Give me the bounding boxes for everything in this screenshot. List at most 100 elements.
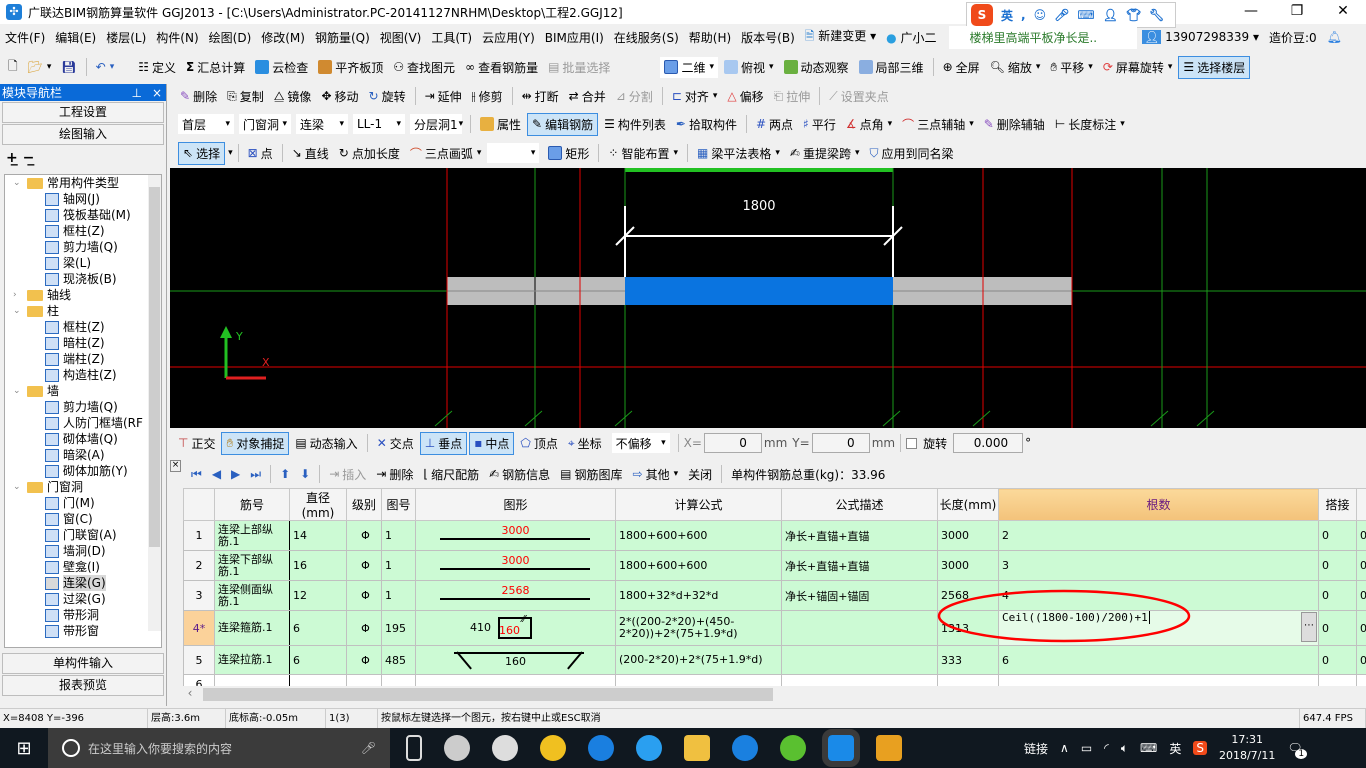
split-button[interactable]: ⊿ 分割: [612, 86, 657, 107]
column-header[interactable]: 图号: [381, 488, 416, 521]
cell-grade[interactable]: Φ: [346, 610, 382, 646]
line-button[interactable]: ↘ 直线: [288, 143, 333, 164]
collapse-all-icon[interactable]: −̲: [23, 150, 35, 166]
mirror-button[interactable]: ⧋ 镜像: [270, 86, 316, 107]
ime-language[interactable]: 英: [1001, 7, 1013, 24]
prev-record-button[interactable]: ◀: [208, 465, 225, 483]
cell-dia[interactable]: 6: [289, 610, 347, 646]
cell-more[interactable]: 0: [1356, 645, 1366, 675]
column-header[interactable]: 级别: [346, 488, 382, 521]
menu-version[interactable]: 版本号(B): [736, 29, 800, 46]
save-button[interactable]: 💾︎: [57, 58, 80, 76]
project-settings-button[interactable]: 工程设置: [2, 102, 164, 123]
tree-item[interactable]: 窗(C): [5, 511, 161, 527]
report-preview-button[interactable]: 报表预览: [2, 675, 164, 696]
tree-item[interactable]: 墙洞(D): [5, 543, 161, 559]
tree-item[interactable]: 剪力墙(Q): [5, 399, 161, 415]
menu-assistant[interactable]: ● 广小二: [881, 29, 941, 46]
table-horizontal-scrollbar[interactable]: ‹: [183, 686, 1366, 704]
cell-grade[interactable]: Φ: [346, 580, 382, 611]
wifi-icon[interactable]: ◜: [1104, 741, 1109, 755]
tree-item[interactable]: 梁(L): [5, 255, 161, 271]
new-file-button[interactable]: 🗋: [4, 55, 22, 80]
cell-formula[interactable]: 1800+32*d+32*d: [615, 580, 782, 611]
cell-shape[interactable]: 3000: [415, 550, 616, 581]
rotate-button[interactable]: ↻ 旋转: [365, 86, 410, 107]
smart-layout-button[interactable]: ⁘ 智能布置 ▾: [604, 143, 682, 164]
y-offset-input[interactable]: 0: [811, 433, 870, 453]
tree-folder[interactable]: ⌄ 墙: [5, 383, 161, 399]
glodon-g-icon[interactable]: [732, 735, 758, 761]
column-header[interactable]: 长度(mm): [937, 488, 999, 521]
tree-item[interactable]: 过梁(G): [5, 591, 161, 607]
last-record-button[interactable]: ⏭︎: [246, 465, 265, 484]
cell-desc[interactable]: [781, 610, 938, 646]
midpoint-snap-button[interactable]: ▪ 中点: [469, 431, 515, 455]
cell-more[interactable]: 0: [1356, 520, 1366, 551]
cell-more[interactable]: 0: [1356, 550, 1366, 581]
cell-dia[interactable]: 6: [289, 645, 347, 675]
tree-item[interactable]: 连梁(G): [5, 575, 161, 591]
tree-item[interactable]: 暗梁(A): [5, 447, 161, 463]
rotate-checkbox[interactable]: [906, 437, 918, 449]
top-view-button[interactable]: 俯视 ▾: [720, 57, 778, 78]
delete-row-button[interactable]: ⇥ 删除: [372, 464, 417, 485]
select-button[interactable]: ⇖ 选择: [178, 141, 226, 165]
cell-name[interactable]: 连梁箍筋.1: [214, 610, 290, 646]
scrollbar-thumb[interactable]: [203, 688, 773, 701]
cell-grade[interactable]: Φ: [346, 645, 382, 675]
tree-item[interactable]: 暗柱(Z): [5, 335, 161, 351]
orbit-button[interactable]: 动态观察: [780, 57, 853, 78]
keyboard-icon[interactable]: ⌨: [1140, 741, 1157, 755]
align-slab-top-button[interactable]: 平齐板顶: [314, 57, 387, 78]
internet-explorer-icon[interactable]: [636, 735, 662, 761]
move-down-button[interactable]: ⬇: [296, 465, 314, 483]
column-header[interactable]: 直径(mm): [289, 488, 347, 521]
parallel-axis-button[interactable]: ♯ 平行: [799, 114, 840, 135]
first-record-button[interactable]: ⏮︎: [187, 465, 206, 484]
settings-wrench-icon[interactable]: 🔧︎: [1149, 8, 1164, 22]
minimize-button[interactable]: —: [1228, 0, 1274, 24]
other-button[interactable]: ⇨ 其他 ▾: [629, 464, 683, 485]
notes-app-icon[interactable]: [876, 735, 902, 761]
ime-toolbar[interactable]: S 英 , ☺ 🎤︎ ⌨ 👤︎ 👕︎ 🔧︎: [966, 2, 1176, 28]
green-browser-icon[interactable]: [780, 735, 806, 761]
battery-icon[interactable]: ▭: [1081, 741, 1092, 755]
trim-button[interactable]: ⫲ 修剪: [468, 86, 507, 107]
close-button[interactable]: ✕: [1320, 0, 1366, 24]
length-dimension-button[interactable]: ⊢ 长度标注 ▾: [1051, 114, 1129, 135]
object-snap-button[interactable]: ✋︎ 对象捕捉: [221, 431, 290, 455]
column-header[interactable]: 公式描述: [781, 488, 938, 521]
cell-name[interactable]: 连梁拉筋.1: [214, 645, 290, 675]
drawing-input-button[interactable]: 绘图输入: [2, 124, 164, 145]
edge-icon[interactable]: [588, 735, 614, 761]
tree-folder[interactable]: ⌄ 门窗洞: [5, 479, 161, 495]
single-component-input-button[interactable]: 单构件输入: [2, 653, 164, 674]
cell-formula[interactable]: 2*((200-2*20)+(450-2*20))+2*(75+1.9*d): [615, 610, 782, 646]
batch-select-button[interactable]: ▤ 批量选择: [544, 57, 614, 78]
x-offset-input[interactable]: 0: [703, 433, 762, 453]
row-number[interactable]: 3: [183, 580, 215, 611]
scaled-rebar-button[interactable]: ⌊ 缩尺配筋: [419, 464, 483, 485]
select-floor-button[interactable]: ☰ 选择楼层: [1178, 55, 1251, 79]
cell-more[interactable]: 0: [1356, 610, 1366, 646]
tree-item[interactable]: 门(M): [5, 495, 161, 511]
cell-name[interactable]: 连梁下部纵筋.1: [214, 550, 290, 581]
rebar-info-button[interactable]: ✍ 钢筋信息: [485, 464, 554, 485]
menu-view[interactable]: 视图(V): [375, 29, 427, 46]
dynamic-input-button[interactable]: ▤ 动态输入: [291, 433, 361, 454]
row-number[interactable]: 1: [183, 520, 215, 551]
cloud-check-button[interactable]: 云检查: [251, 57, 312, 78]
tree-item[interactable]: 现浇板(B): [5, 271, 161, 287]
column-header[interactable]: 计算公式: [615, 488, 782, 521]
clock[interactable]: 17:31 2018/7/11: [1219, 732, 1275, 764]
tree-folder[interactable]: › 轴线: [5, 287, 161, 303]
tree-item[interactable]: 砌体墙(Q): [5, 431, 161, 447]
menu-new-change[interactable]: 🗎 新建变更 ▾: [800, 27, 881, 48]
fan-app-icon[interactable]: [444, 735, 470, 761]
menu-online[interactable]: 在线服务(S): [609, 29, 684, 46]
column-header[interactable]: 搭接: [1318, 488, 1357, 521]
tree-item[interactable]: 框柱(Z): [5, 223, 161, 239]
cell-formula[interactable]: 1800+600+600: [615, 520, 782, 551]
insert-row-button[interactable]: ⇥ 插入: [325, 464, 370, 485]
